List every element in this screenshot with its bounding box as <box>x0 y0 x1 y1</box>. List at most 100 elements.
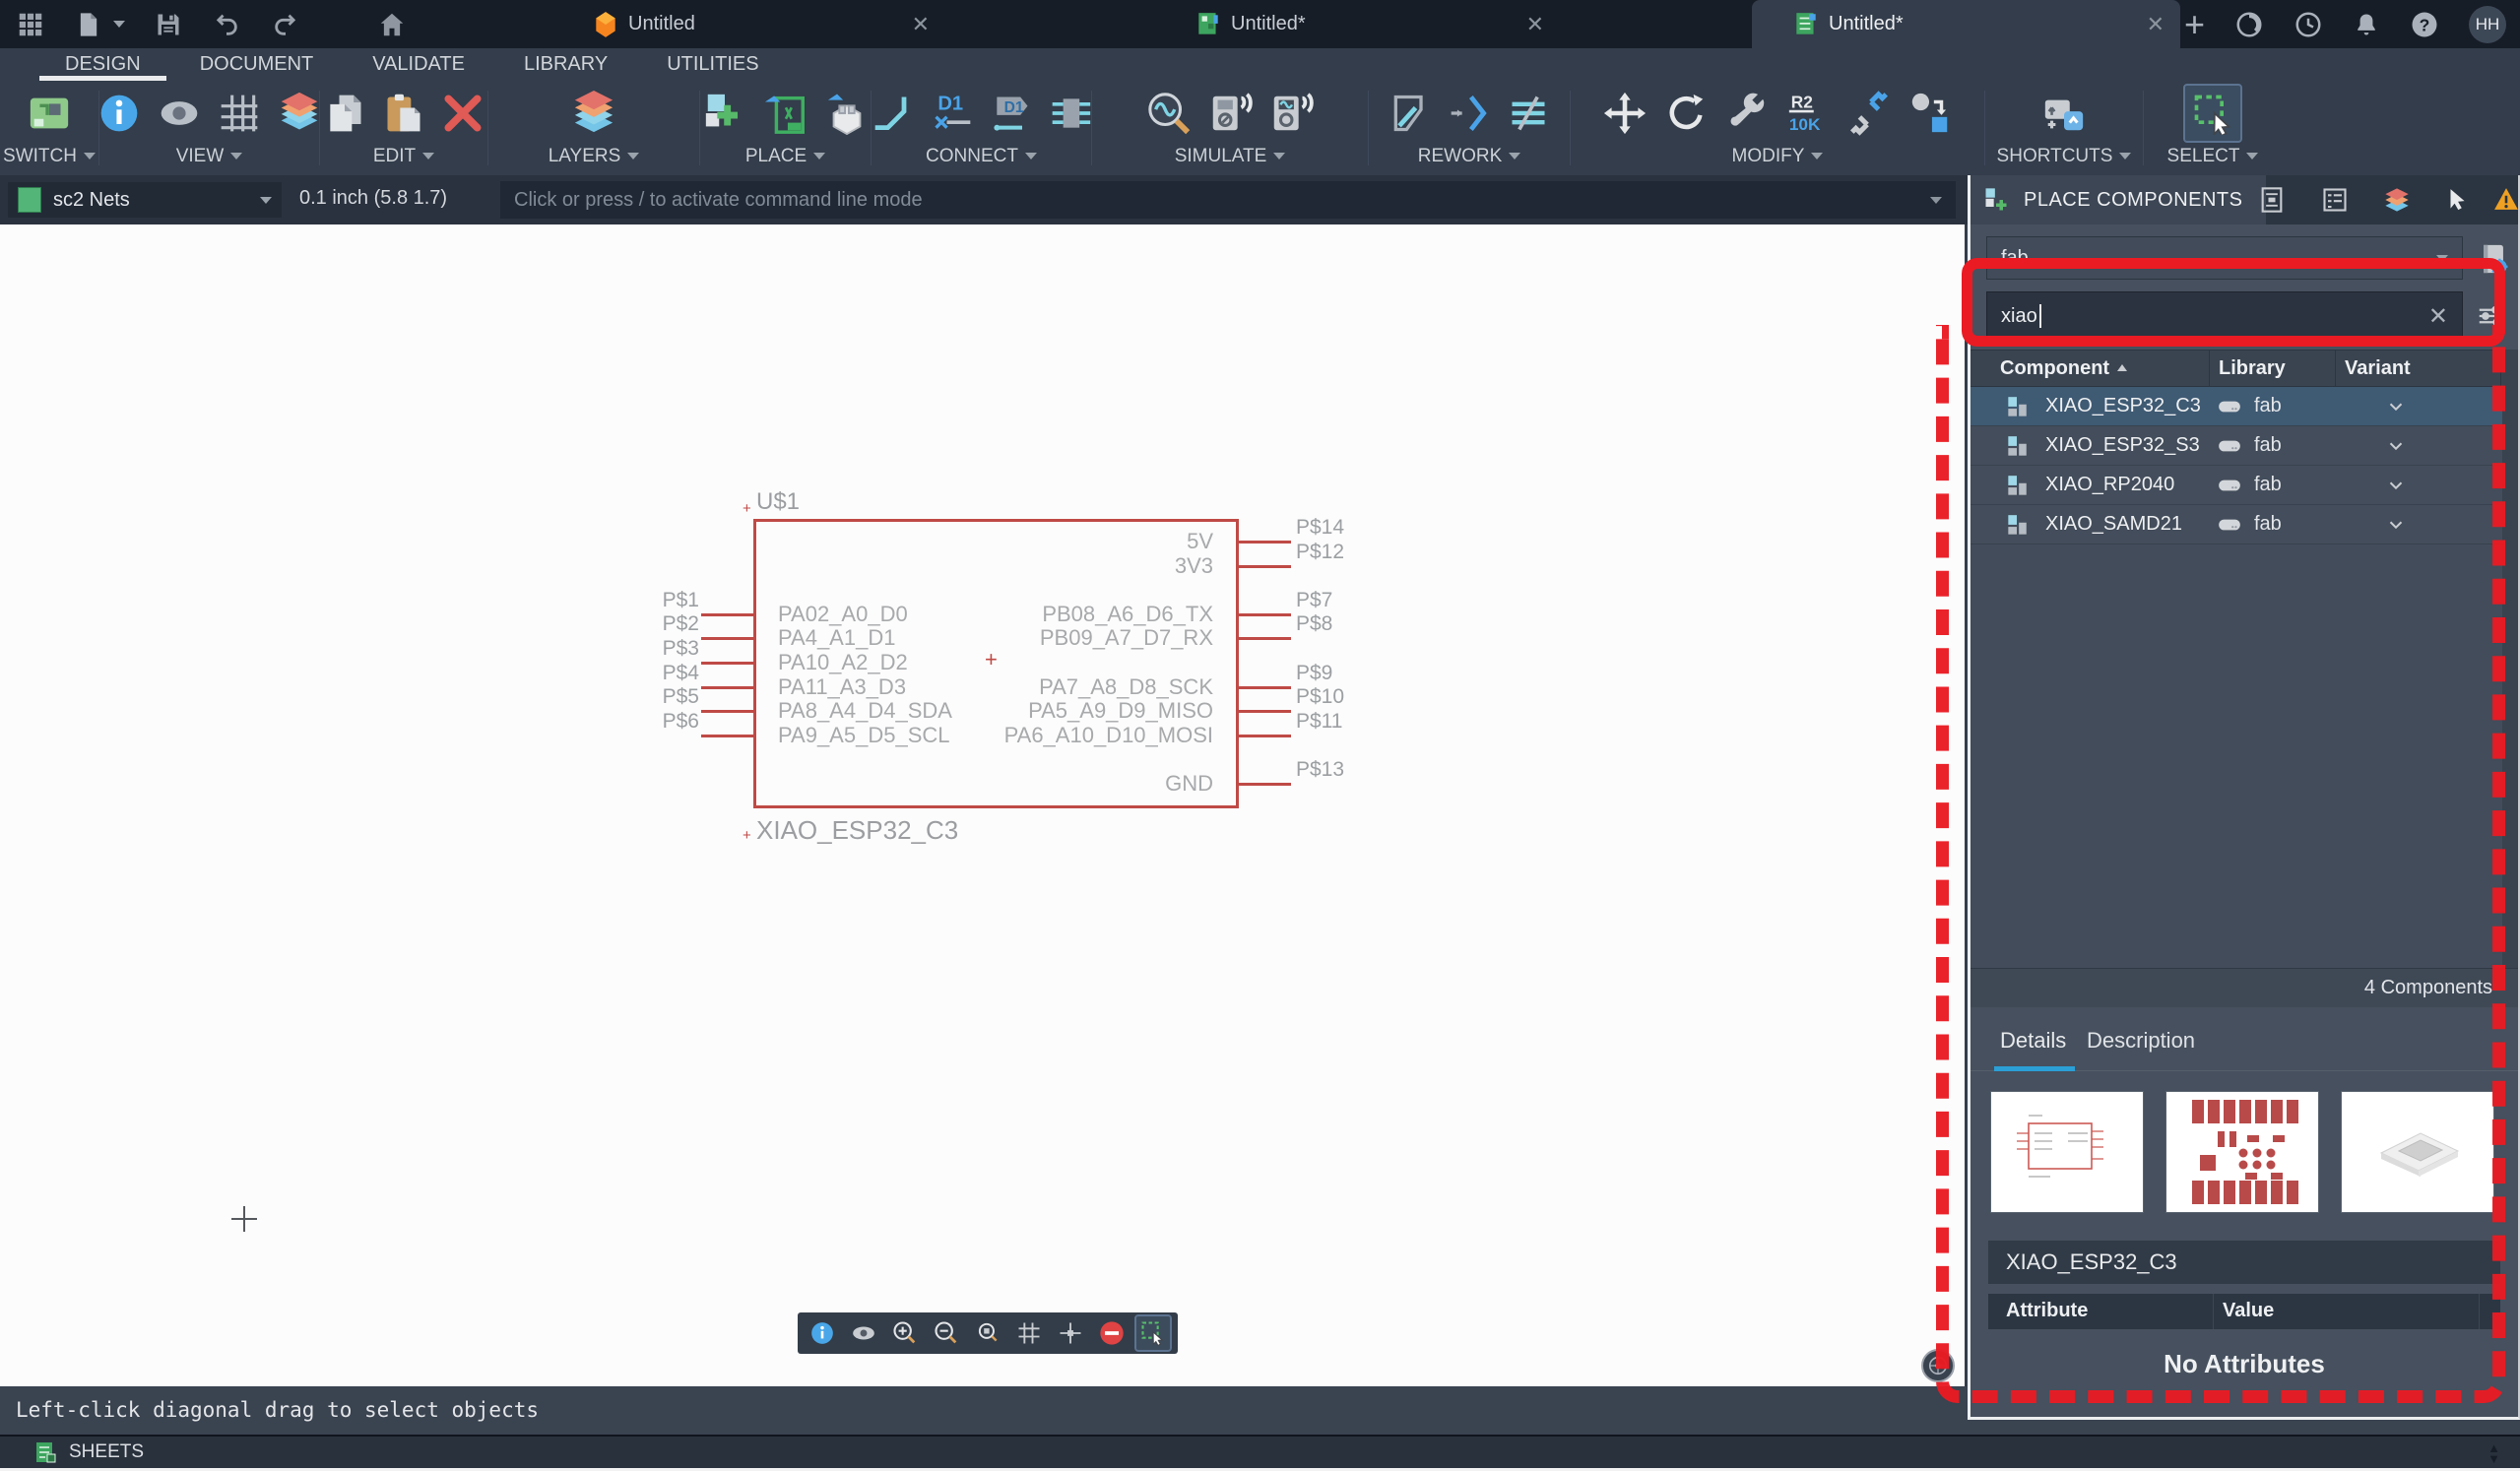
sheets-toggle[interactable]: SHEETS <box>69 1441 144 1463</box>
notifications-bell-icon[interactable] <box>2353 10 2380 39</box>
group-label-view[interactable]: VIEW <box>99 146 319 175</box>
select-window-button[interactable] <box>1134 1314 1172 1352</box>
pin-wire[interactable] <box>1239 783 1291 786</box>
group-label-shortcuts[interactable]: SHORTCUTS <box>1985 146 2143 175</box>
place-component-button[interactable] <box>702 91 747 136</box>
menu-tab-utilities[interactable]: UTILITIES <box>637 48 788 81</box>
pin-wire[interactable] <box>701 710 753 714</box>
group-label-place[interactable]: PLACE <box>700 146 871 175</box>
help-icon[interactable]: ? <box>2410 10 2439 39</box>
zoom-in-button[interactable] <box>888 1316 922 1350</box>
pin-wire[interactable] <box>1239 710 1291 714</box>
info-button[interactable] <box>806 1316 839 1350</box>
component-row[interactable]: XIAO_SAMD21 fab <box>1971 505 2518 544</box>
pin-wire[interactable] <box>1239 637 1291 641</box>
group-label-rework[interactable]: REWORK <box>1369 146 1570 175</box>
tab-description[interactable]: Description <box>2087 1028 2195 1054</box>
name-value-button[interactable]: R2 10K <box>1785 91 1831 136</box>
group-label-connect[interactable]: CONNECT <box>872 146 1091 175</box>
group-label-simulate[interactable]: SIMULATE <box>1092 146 1368 175</box>
library-filter-dropdown[interactable]: fab <box>1986 236 2463 280</box>
close-tab-icon[interactable]: ✕ <box>2147 12 2165 37</box>
close-tab-icon[interactable]: ✕ <box>912 12 930 37</box>
variant-dropdown-icon[interactable] <box>2384 435 2408 457</box>
cursor-arrow-icon[interactable] <box>2444 186 2472 214</box>
undo-button[interactable] <box>212 11 241 38</box>
pin-wire[interactable] <box>701 734 753 737</box>
pin-wire[interactable] <box>701 612 753 616</box>
schematic-canvas[interactable]: U$1 + + P$1 PA02_A0_D0 P$2 PA4_A1_D1 P$3 PA10… <box>0 224 1965 1386</box>
place-from-schematic-button[interactable] <box>763 91 808 136</box>
zoom-window-button[interactable] <box>971 1316 1004 1350</box>
menu-tab-design[interactable]: DESIGN <box>35 48 170 81</box>
group-label-edit[interactable]: EDIT <box>320 146 487 175</box>
pin-wire[interactable] <box>1239 685 1291 689</box>
refdes-label[interactable]: U$1 <box>756 488 800 516</box>
pin-wire[interactable] <box>1239 734 1291 737</box>
panel-collapse-arrows[interactable]: ▲ ▼ <box>2488 1441 2500 1465</box>
rework-route-button[interactable] <box>1448 92 1491 135</box>
layers-icon[interactable] <box>2383 186 2411 214</box>
group-label-layers[interactable]: LAYERS <box>488 146 699 175</box>
column-component[interactable]: Component <box>2000 357 2109 379</box>
component-row[interactable]: XIAO_ESP32_S3 fab <box>1971 426 2518 466</box>
pin-wire[interactable] <box>1239 564 1291 568</box>
simulation-source-button[interactable] <box>1146 91 1192 136</box>
document-tab-1[interactable]: Untitled ✕ <box>551 0 945 48</box>
menu-tab-library[interactable]: LIBRARY <box>494 48 637 81</box>
command-line-input[interactable]: Click or press / to activate command lin… <box>500 181 1956 219</box>
menu-tab-document[interactable]: DOCUMENT <box>170 48 344 81</box>
history-clock-icon[interactable] <box>2294 10 2323 39</box>
thumbnail-schematic-symbol[interactable] <box>1990 1091 2144 1213</box>
document-tab-2[interactable]: Untitled* ✕ <box>1154 0 1560 48</box>
column-library[interactable]: Library <box>2219 357 2286 380</box>
multimeter-signal-button[interactable] <box>1268 91 1314 136</box>
replace-button[interactable] <box>1907 91 1953 136</box>
home-button[interactable] <box>377 10 407 39</box>
variant-dropdown-icon[interactable] <box>2384 514 2408 536</box>
component-row[interactable]: XIAO_ESP32_C3 fab <box>1971 387 2518 426</box>
document-tab-3-active[interactable]: Untitled* ✕ <box>1752 0 2180 48</box>
library-manager-icon[interactable] <box>2477 242 2510 276</box>
switch-view-button[interactable] <box>27 91 72 136</box>
snap-crosshair-button[interactable] <box>1054 1316 1087 1350</box>
component-search-input[interactable]: xiao ✕ <box>1986 291 2463 341</box>
rework-ripup-button[interactable] <box>1507 92 1550 135</box>
variant-dropdown-icon[interactable] <box>2384 475 2408 496</box>
copy-button[interactable] <box>323 92 366 135</box>
component-row[interactable]: XIAO_RP2040 fab <box>1971 466 2518 505</box>
navigation-compass[interactable] <box>1921 1349 1955 1382</box>
job-status-icon[interactable] <box>2234 10 2264 39</box>
inspector-icon[interactable] <box>2258 186 2286 214</box>
grid-settings-button[interactable] <box>218 92 261 135</box>
wrench-change-button[interactable] <box>1724 91 1770 136</box>
pin-wire[interactable] <box>701 662 753 665</box>
net-label-button[interactable]: D1 <box>990 92 1033 135</box>
save-button[interactable] <box>155 11 182 38</box>
tab-place-components[interactable]: PLACE COMPONENTS <box>1971 175 2266 224</box>
place-footprint-button[interactable] <box>824 91 870 136</box>
variant-dropdown-icon[interactable] <box>2384 396 2408 417</box>
info-button[interactable] <box>97 92 141 135</box>
new-tab-plus-button[interactable]: + <box>2184 6 2205 41</box>
column-variant[interactable]: Variant <box>2345 357 2411 380</box>
grid-toggle-button[interactable] <box>1012 1316 1046 1350</box>
scrollbar-track[interactable] <box>2502 350 2518 968</box>
swap-button[interactable] <box>1846 91 1892 136</box>
net-class-dropdown[interactable]: sc2 Nets <box>8 182 282 218</box>
search-filter-icon[interactable] <box>2475 301 2506 331</box>
pin-wire[interactable] <box>1239 612 1291 616</box>
stop-command-button[interactable] <box>1095 1316 1129 1350</box>
visibility-eye-button[interactable] <box>847 1316 880 1350</box>
user-avatar[interactable]: HH <box>2469 5 2506 43</box>
visibility-eye-button[interactable] <box>157 92 202 135</box>
rework-outline-button[interactable] <box>1389 92 1432 135</box>
app-grid-icon[interactable] <box>16 10 45 39</box>
delete-button[interactable] <box>441 92 485 135</box>
thumbnail-3d-model[interactable] <box>2341 1091 2494 1213</box>
menu-tab-validate[interactable]: VALIDATE <box>343 48 494 81</box>
rotate-button[interactable] <box>1663 91 1709 136</box>
layers-visibility-button[interactable] <box>277 92 322 135</box>
warning-icon[interactable] <box>2493 186 2520 214</box>
tab-details[interactable]: Details <box>2000 1028 2066 1054</box>
